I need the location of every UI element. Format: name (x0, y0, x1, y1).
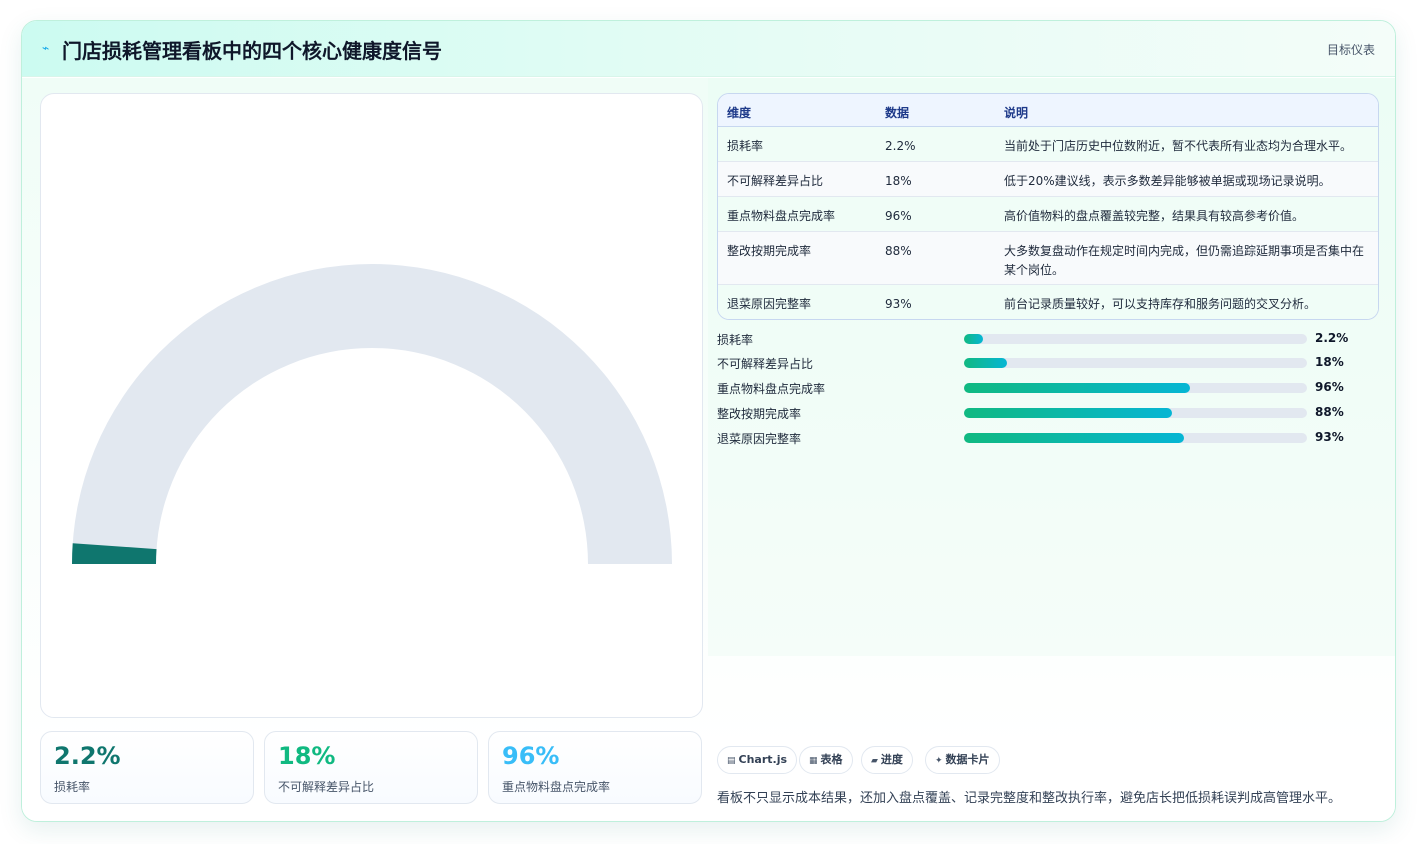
kpi-label: 损耗率 (54, 780, 91, 794)
kpi-card-unexplained-diff: 18% 不可解释差异占比 (264, 731, 478, 804)
cell-dimension: 不可解释差异占比 (727, 174, 824, 188)
cell-value: 96% (885, 209, 912, 223)
cell-value: 2.2% (885, 139, 916, 153)
card-header: ⌁ 门店损耗管理看板中的四个核心健康度信号 目标仪表 (22, 21, 1395, 77)
table-row: 不可解释差异占比 18% 低于20%建议线，表示多数差异能够被单据或现场记录说明… (718, 162, 1378, 197)
cell-note: 当前处于门店历史中位数附近，暂不代表所有业态均为合理水平。 (1004, 139, 1353, 153)
cell-note: 低于20%建议线，表示多数差异能够被单据或现场记录说明。 (1004, 174, 1331, 188)
progress-track (964, 408, 1307, 418)
footer-note: 看板不只显示成本结果，还加入盘点覆盖、记录完整度和整改执行率，避免店长把低损耗误… (717, 791, 1342, 806)
progress-label: 重点物料盘点完成率 (717, 382, 826, 396)
column-header-note: 说明 (1004, 106, 1029, 120)
header-tag: 目标仪表 (1326, 43, 1375, 57)
chip-label: 进度 (880, 753, 903, 766)
progress-track (964, 383, 1307, 393)
cell-note: 前台记录质量较好，可以支持库存和服务问题的交叉分析。 (1004, 297, 1317, 311)
table-icon: ▦ (809, 756, 818, 766)
chip-label: 表格 (820, 753, 843, 766)
progress-row-rectification: 整改按期完成率 88% (717, 404, 1379, 422)
progress-row-loss-rate: 损耗率 2.2% (717, 330, 1379, 348)
chip-progress[interactable]: ▰ 进度 (861, 746, 913, 774)
cell-dimension: 损耗率 (727, 139, 764, 153)
table-row: 损耗率 2.2% 当前处于门店历史中位数附近，暂不代表所有业态均为合理水平。 (718, 127, 1378, 162)
table-row: 重点物料盘点完成率 96% 高价值物料的盘点覆盖较完整，结果具有较高参考价值。 (718, 197, 1378, 232)
kpi-value: 2.2% (54, 742, 121, 770)
page-title: 门店损耗管理看板中的四个核心健康度信号 (62, 39, 442, 63)
kpi-card-inventory-completion: 96% 重点物料盘点完成率 (488, 731, 702, 804)
progress-row-unexplained-diff: 不可解释差异占比 18% (717, 354, 1379, 372)
column-header-value: 数据 (885, 106, 910, 120)
progress-value: 96% (1315, 380, 1344, 394)
cell-dimension: 重点物料盘点完成率 (727, 209, 836, 223)
progress-fill (964, 334, 983, 344)
kpi-card-loss-rate: 2.2% 损耗率 (40, 731, 254, 804)
sparkle-icon: ✦ (935, 756, 943, 766)
gauge-panel (40, 93, 703, 718)
progress-label: 不可解释差异占比 (717, 357, 814, 371)
progress-value: 2.2% (1315, 331, 1349, 345)
table-row: 退菜原因完整率 93% 前台记录质量较好，可以支持库存和服务问题的交叉分析。 (718, 285, 1378, 319)
cell-dimension: 整改按期完成率 (727, 244, 812, 258)
kpi-value: 18% (278, 742, 336, 770)
progress-label: 整改按期完成率 (717, 407, 802, 421)
progress-fill (964, 358, 1007, 368)
cell-dimension: 退菜原因完整率 (727, 297, 812, 311)
cell-value: 88% (885, 244, 912, 258)
pulse-icon: ⌁ (42, 41, 50, 55)
progress-row-inventory-completion: 重点物料盘点完成率 96% (717, 379, 1379, 397)
chip-label: Chart.js (738, 753, 788, 766)
progress-icon: ▰ (871, 756, 878, 766)
dashboard-card: ⌁ 门店损耗管理看板中的四个核心健康度信号 目标仪表 2.2% 损耗率 18% … (21, 20, 1396, 822)
chip-chartjs[interactable]: ▤ Chart.js (717, 746, 798, 774)
table-row: 整改按期完成率 88% 大多数复盘动作在规定时间内完成，但仍需追踪延期事项是否集… (718, 232, 1378, 285)
column-header-dimension: 维度 (727, 106, 752, 120)
gauge-chart (72, 264, 672, 564)
chart-icon: ▤ (727, 756, 736, 766)
gauge-track (72, 264, 672, 564)
progress-fill (964, 383, 1191, 393)
table-header: 维度 数据 说明 (718, 94, 1378, 127)
kpi-label: 重点物料盘点完成率 (502, 780, 611, 794)
chip-table[interactable]: ▦ 表格 (799, 746, 853, 774)
kpi-label: 不可解释差异占比 (278, 780, 375, 794)
signals-table: 维度 数据 说明 损耗率 2.2% 当前处于门店历史中位数附近，暂不代表所有业态… (717, 93, 1379, 320)
cell-note: 高价值物料的盘点覆盖较完整，结果具有较高参考价值。 (1004, 209, 1305, 223)
cell-value: 18% (885, 174, 912, 188)
cell-value: 93% (885, 297, 912, 311)
progress-fill (964, 433, 1184, 443)
chip-label: 数据卡片 (945, 753, 990, 766)
chip-data-card[interactable]: ✦ 数据卡片 (925, 746, 1000, 774)
progress-fill (964, 408, 1172, 418)
progress-value: 88% (1315, 405, 1344, 419)
progress-track (964, 433, 1307, 443)
progress-row-return-reason: 退菜原因完整率 93% (717, 429, 1379, 447)
cell-note: 大多数复盘动作在规定时间内完成，但仍需追踪延期事项是否集中在某个岗位。 (1004, 244, 1365, 277)
progress-track (964, 334, 1307, 344)
progress-label: 退菜原因完整率 (717, 432, 802, 446)
progress-value: 93% (1315, 430, 1344, 444)
kpi-value: 96% (502, 742, 560, 770)
progress-label: 损耗率 (717, 333, 754, 347)
progress-track (964, 358, 1307, 368)
progress-value: 18% (1315, 355, 1344, 369)
